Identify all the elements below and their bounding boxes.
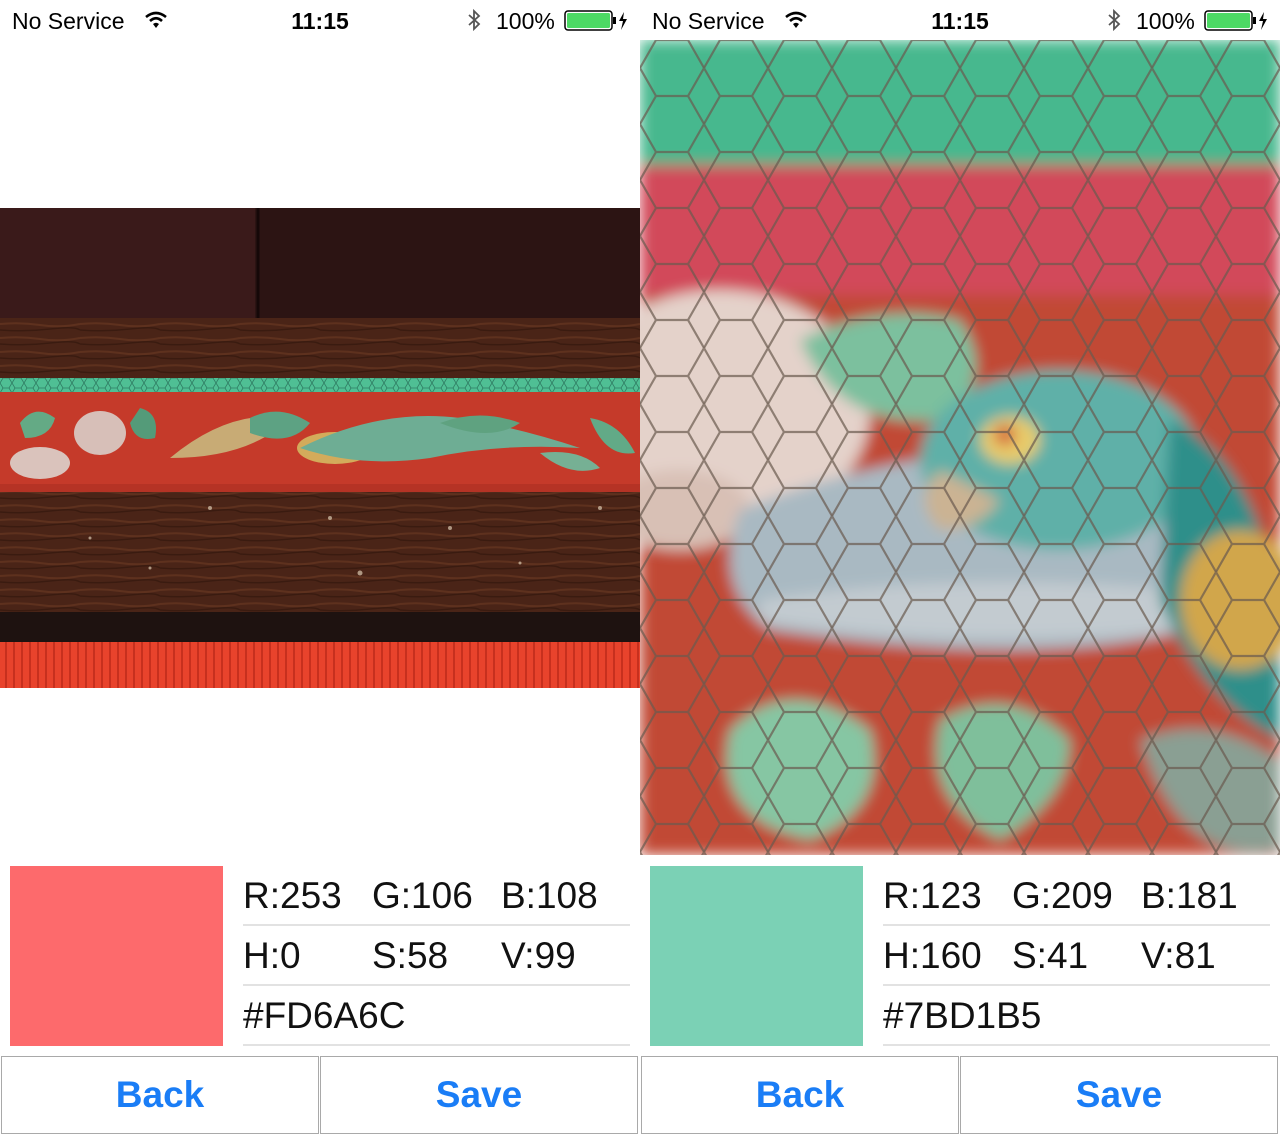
- saturation-value: S:41: [1012, 935, 1089, 976]
- save-button[interactable]: Save: [960, 1056, 1278, 1134]
- battery-charging-icon: [564, 10, 632, 38]
- red-value: R:123: [883, 875, 982, 916]
- save-button[interactable]: Save: [320, 1056, 638, 1134]
- zoomed-photo[interactable]: [640, 40, 1280, 855]
- color-values: R:123 G:209 B:181 H:160 S:41 V:81 #7BD1B…: [883, 866, 1270, 1046]
- color-values: R:253 G:106 B:108 H:0 S:58 V:99 #FD6A6C: [243, 866, 630, 1046]
- bluetooth-icon: [466, 8, 482, 38]
- rgb-row: R:123 G:209 B:181: [883, 866, 1270, 926]
- brightness-value: V:81: [1141, 935, 1216, 976]
- hue-value: H:160: [883, 935, 982, 976]
- blue-value: B:181: [1141, 875, 1238, 916]
- battery-percentage: 100%: [1136, 8, 1195, 34]
- back-button[interactable]: Back: [641, 1056, 959, 1134]
- battery-percentage: 100%: [496, 8, 555, 34]
- hex-value: #7BD1B5: [883, 995, 1042, 1036]
- status-bar: No Service 11:15 100%: [0, 0, 640, 40]
- green-value: G:106: [372, 875, 473, 916]
- hex-value: #FD6A6C: [243, 995, 406, 1036]
- source-photo[interactable]: [0, 208, 640, 688]
- red-value: R:253: [243, 875, 342, 916]
- back-button[interactable]: Back: [1, 1056, 319, 1134]
- selected-color-swatch: [10, 866, 223, 1046]
- bottom-toolbar: Back Save: [640, 1056, 1280, 1136]
- hsv-row: H:160 S:41 V:81: [883, 926, 1270, 986]
- color-picker-screen: No Service 11:15 100% R:253 G:106 B:108 …: [0, 0, 640, 1136]
- blue-value: B:108: [501, 875, 598, 916]
- bottom-toolbar: Back Save: [0, 1056, 640, 1136]
- brightness-value: V:99: [501, 935, 576, 976]
- status-bar: No Service 11:15 100%: [640, 0, 1280, 40]
- rgb-row: R:253 G:106 B:108: [243, 866, 630, 926]
- color-picker-zoom-screen: No Service 11:15 100% R:123 G:209 B:181 …: [640, 0, 1280, 1136]
- green-value: G:209: [1012, 875, 1113, 916]
- hsv-row: H:0 S:58 V:99: [243, 926, 630, 986]
- saturation-value: S:58: [372, 935, 449, 976]
- hex-row: #FD6A6C: [243, 986, 630, 1046]
- hue-value: H:0: [243, 935, 301, 976]
- bluetooth-icon: [1106, 8, 1122, 38]
- hex-row: #7BD1B5: [883, 986, 1270, 1046]
- battery-charging-icon: [1204, 10, 1272, 38]
- selected-color-swatch: [650, 866, 863, 1046]
